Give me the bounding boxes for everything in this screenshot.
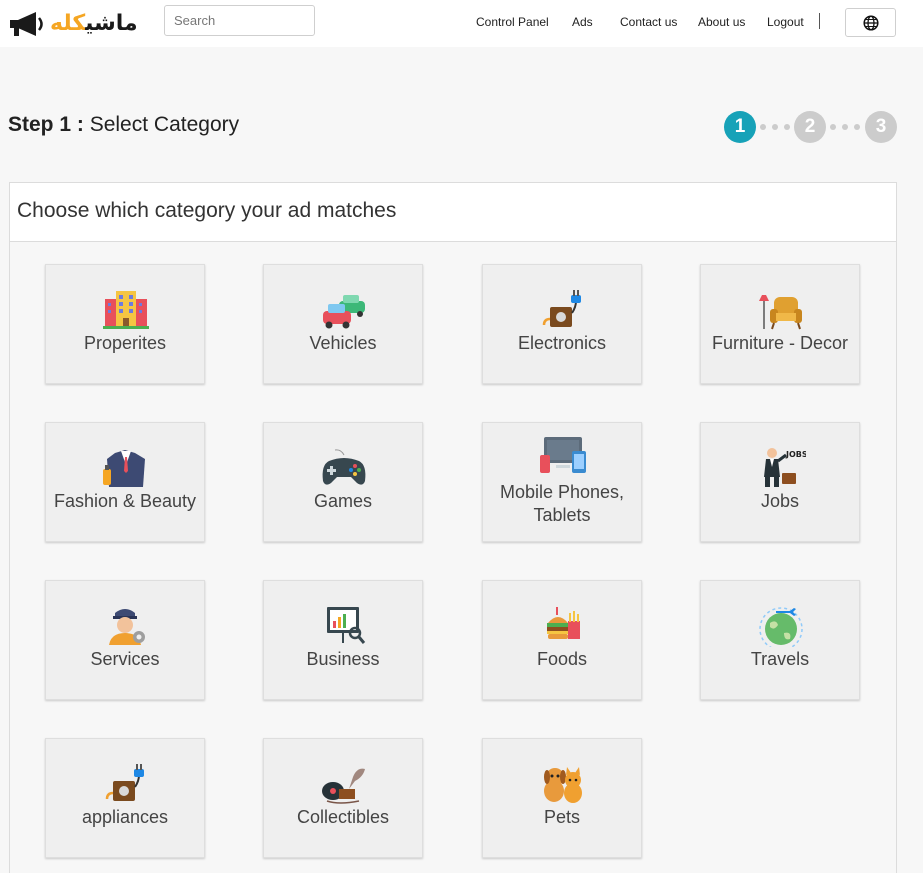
category-label: Games — [313, 491, 373, 511]
category-card-furniture[interactable]: Furniture - Decor — [700, 264, 860, 384]
category-label: Pets — [543, 807, 581, 827]
logo-text: ماشيكله — [50, 11, 139, 36]
category-label: Fashion & Beauty — [53, 491, 197, 511]
nav-divider — [819, 13, 820, 29]
category-card-jobs[interactable]: JOBS Jobs — [700, 422, 860, 542]
burger-icon — [547, 607, 580, 639]
category-card-games[interactable]: Games — [263, 422, 423, 542]
gramophone-icon — [322, 768, 365, 804]
nav-contact-us[interactable]: Contact us — [620, 15, 677, 29]
step-label: Step 1 : — [8, 113, 84, 136]
cars-icon — [323, 295, 365, 329]
category-label: Mobile Phones, Tablets — [499, 482, 625, 525]
step-indicator-3: 3 — [865, 111, 897, 143]
chart-board-icon — [327, 607, 366, 644]
category-label: appliances — [81, 807, 169, 827]
category-label: Travels — [750, 649, 810, 669]
step-indicator-2: 2 — [794, 111, 826, 143]
search-input[interactable] — [164, 5, 315, 36]
svg-text:JOBS: JOBS — [785, 450, 806, 459]
panel-heading: Choose which category your ad matches — [10, 183, 896, 242]
category-card-vehicles[interactable]: Vehicles — [263, 264, 423, 384]
category-label: Services — [90, 649, 160, 669]
category-card-mobile-phones[interactable]: Mobile Phones, Tablets — [482, 422, 642, 542]
category-card-appliances[interactable]: appliances — [45, 738, 205, 858]
nav-control-panel[interactable]: Control Panel — [476, 15, 549, 29]
step-indicator-1: 1 — [724, 111, 756, 143]
category-card-foods[interactable]: Foods — [482, 580, 642, 700]
category-card-pets[interactable]: Pets — [482, 738, 642, 858]
language-button[interactable] — [845, 8, 896, 37]
globe-icon — [862, 14, 879, 31]
gamepad-icon — [322, 449, 366, 485]
category-label: Foods — [536, 649, 588, 669]
category-label: Furniture - Decor — [711, 333, 849, 353]
nav-ads[interactable]: Ads — [572, 15, 593, 29]
step-dot — [760, 124, 766, 130]
category-label: Business — [306, 649, 380, 669]
category-card-electronics[interactable]: Electronics — [482, 264, 642, 384]
category-card-collectibles[interactable]: Collectibles — [263, 738, 423, 858]
plug-icon — [105, 764, 144, 801]
site-logo[interactable]: ماشيكله — [8, 6, 139, 42]
step-dot — [854, 124, 860, 130]
megaphone-icon — [10, 12, 43, 36]
category-card-services[interactable]: Services — [45, 580, 205, 700]
globe-plane-icon — [759, 607, 803, 647]
category-card-fashion[interactable]: Fashion & Beauty — [45, 422, 205, 542]
step-title: Select Category — [89, 113, 240, 136]
businessman-icon: JOBS — [764, 448, 806, 487]
armchair-icon — [759, 295, 802, 330]
category-label: Properites — [83, 333, 167, 353]
step-heading: Step 1 : Select Category — [8, 113, 239, 137]
step-dot — [830, 124, 836, 130]
devices-icon — [540, 437, 586, 473]
top-navbar: ماشيكله Control Panel Ads Contact us Abo… — [0, 0, 923, 47]
category-label: Jobs — [760, 491, 800, 511]
pets-icon — [544, 767, 582, 803]
nav-about-us[interactable]: About us — [698, 15, 745, 29]
category-label: Collectibles — [296, 807, 390, 827]
step-dot — [842, 124, 848, 130]
suit-icon — [103, 450, 145, 487]
category-card-business[interactable]: Business — [263, 580, 423, 700]
step-dot — [772, 124, 778, 130]
step-dot — [784, 124, 790, 130]
building-icon — [103, 291, 149, 329]
nav-logout[interactable]: Logout — [767, 15, 804, 29]
worker-icon — [109, 609, 145, 645]
category-card-travels[interactable]: Travels — [700, 580, 860, 700]
category-label: Electronics — [517, 333, 607, 353]
category-label: Vehicles — [309, 333, 377, 353]
category-card-properties[interactable]: Properites — [45, 264, 205, 384]
plug-icon — [542, 290, 581, 327]
